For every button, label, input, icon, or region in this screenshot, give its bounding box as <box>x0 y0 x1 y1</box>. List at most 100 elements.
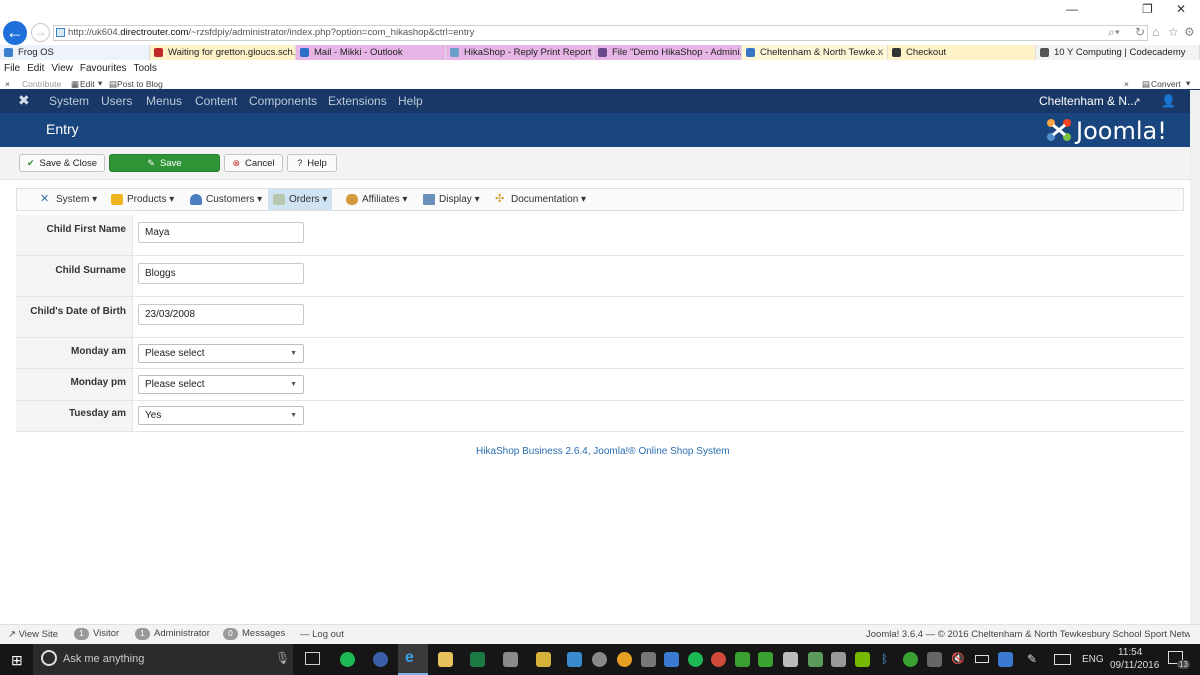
tray-doc-icon[interactable] <box>783 652 798 667</box>
help-button[interactable]: ? Help <box>287 154 337 172</box>
visitor-indicator[interactable]: 1 Visitor <box>74 628 119 640</box>
surname-input[interactable]: Bloggs <box>138 263 304 284</box>
logout-link[interactable]: — Log out <box>300 629 344 640</box>
battery-icon[interactable] <box>975 655 989 663</box>
back-button-icon[interactable]: ← <box>3 21 27 45</box>
spotify-icon[interactable] <box>340 652 355 667</box>
first-name-input[interactable]: Maya <box>138 222 304 243</box>
monday-am-select[interactable]: Please select ▼ <box>138 344 304 363</box>
edit-link[interactable]: Edit <box>80 79 95 89</box>
tray-app7-icon[interactable] <box>998 652 1013 667</box>
network-icon[interactable] <box>641 652 656 667</box>
messages-indicator[interactable]: 0 Messages <box>223 628 285 640</box>
nav-help[interactable]: Help <box>398 94 423 108</box>
tray-orange-icon[interactable] <box>617 652 632 667</box>
tray-green2-icon[interactable] <box>758 652 773 667</box>
tab-waiting[interactable]: Waiting for gretton.gloucs.sch... <box>150 45 296 60</box>
app-window-icon[interactable] <box>503 652 518 667</box>
close-icon[interactable]: ✕ <box>1176 2 1186 16</box>
volume-mute-icon[interactable]: 🔇 <box>951 652 965 665</box>
settings-gear-icon[interactable]: ⚙ <box>1184 25 1195 39</box>
hk-menu-affiliates[interactable]: Affiliates ▾ <box>341 189 412 210</box>
restore-icon[interactable]: ❐ <box>1142 2 1153 16</box>
contribute-button[interactable]: Contribute <box>22 79 61 89</box>
file-explorer-icon[interactable] <box>438 652 453 667</box>
refresh-icon[interactable]: ↻ <box>1135 25 1145 39</box>
tray-app5-icon[interactable] <box>903 652 918 667</box>
fireworks-icon[interactable] <box>536 652 551 667</box>
tab-frog-os[interactable]: Frog OS <box>0 45 150 60</box>
menu-file[interactable]: File <box>4 63 20 74</box>
search-icon[interactable]: ⌕▾ <box>1108 25 1120 40</box>
minimize-icon[interactable]: — <box>1066 2 1078 16</box>
menu-edit[interactable]: Edit <box>27 63 44 74</box>
dropbox-icon[interactable] <box>664 652 679 667</box>
forward-button-icon[interactable]: → <box>31 23 50 42</box>
hikashop-footer-link[interactable]: HikaShop Business 2.6.4, Joomla!® Online… <box>476 446 730 457</box>
chrome-icon[interactable] <box>711 652 726 667</box>
windows-start-icon[interactable]: ⊞ <box>11 652 23 669</box>
tray-green-icon[interactable] <box>735 652 750 667</box>
tab-file-demo[interactable]: File "Demo HikaShop - Admini... <box>594 45 742 60</box>
save-button[interactable]: ✎ Save <box>109 154 220 172</box>
hk-menu-display[interactable]: Display ▾ <box>418 189 485 210</box>
bluetooth-icon[interactable]: ᛒ <box>881 652 888 666</box>
microphone-icon[interactable]: 🎙 <box>275 651 290 665</box>
user-icon[interactable]: 👤 <box>1161 94 1176 108</box>
nvidia-icon[interactable] <box>855 652 870 667</box>
convert-dropdown-icon[interactable]: ▾ <box>1186 78 1190 89</box>
tab-hikashop-report[interactable]: HikaShop - Reply Print Report ... <box>446 45 594 60</box>
hk-menu-products[interactable]: Products ▾ <box>106 189 179 210</box>
spotify-tray-icon[interactable] <box>688 652 703 667</box>
hk-menu-orders[interactable]: Orders ▾ <box>268 189 333 210</box>
cancel-button[interactable]: ⊗ Cancel <box>224 154 283 172</box>
tab-codecademy[interactable]: 10 Y Computing | Codecademy <box>1036 45 1200 60</box>
tray-app3-icon[interactable] <box>808 652 823 667</box>
tab-mail[interactable]: Mail - Mikki - Outlook <box>296 45 446 60</box>
nav-content[interactable]: Content <box>195 94 237 108</box>
nav-users[interactable]: Users <box>101 94 132 108</box>
tab-close-icon[interactable]: ✕ <box>876 45 884 60</box>
tuesday-am-select[interactable]: Yes ▼ <box>138 406 304 425</box>
taskbar-ie-active[interactable]: e <box>398 644 428 675</box>
task-view-icon[interactable] <box>305 652 320 665</box>
tray-app-icon[interactable] <box>567 652 582 667</box>
nav-menus[interactable]: Menus <box>146 94 182 108</box>
convert-button[interactable]: Convert <box>1151 79 1181 89</box>
hk-menu-documentation[interactable]: ✣ Documentation ▾ <box>490 189 591 210</box>
cortana-search-box[interactable]: Ask me anything 🎙 <box>33 644 293 675</box>
pen-icon[interactable]: ✎ <box>1027 652 1037 666</box>
tab-checkout[interactable]: Checkout <box>888 45 1036 60</box>
language-indicator[interactable]: ENG <box>1082 654 1104 665</box>
dob-input[interactable]: 23/03/2008 <box>138 304 304 325</box>
close-bar-icon[interactable]: × <box>5 79 10 89</box>
menu-tools[interactable]: Tools <box>134 63 157 74</box>
excel-icon[interactable] <box>470 652 485 667</box>
joomla-menu-icon[interactable]: ✖ <box>18 92 30 109</box>
post-to-blog-link[interactable]: Post to Blog <box>117 79 163 89</box>
nav-extensions[interactable]: Extensions <box>328 94 387 108</box>
address-bar[interactable]: http://uk604.directrouter.com/~rzsfdpiy/… <box>53 25 1148 41</box>
page-scrollbar[interactable] <box>1190 90 1200 624</box>
view-site-link[interactable]: ↗ View Site <box>8 629 58 640</box>
close-convert-icon[interactable]: × <box>1124 79 1129 89</box>
administrator-indicator[interactable]: 1 Administrator <box>135 628 210 640</box>
monday-pm-select[interactable]: Please select ▼ <box>138 375 304 394</box>
keyboard-icon[interactable] <box>1054 654 1071 665</box>
menu-favourites[interactable]: Favourites <box>80 63 127 74</box>
tray-app4-icon[interactable] <box>831 652 846 667</box>
cloud-icon[interactable] <box>592 652 607 667</box>
save-close-button[interactable]: ✔ Save & Close <box>19 154 105 172</box>
app-circle-icon[interactable] <box>373 652 388 667</box>
clock-date[interactable]: 09/11/2016 <box>1110 660 1159 671</box>
favorites-star-icon[interactable]: ☆ <box>1168 25 1179 39</box>
tray-app6-icon[interactable] <box>927 652 942 667</box>
edit-dropdown-icon[interactable]: ▾ <box>98 78 102 89</box>
nav-components[interactable]: Components <box>249 94 317 108</box>
hk-menu-system[interactable]: ✕ System ▾ <box>35 189 102 210</box>
hk-menu-customers[interactable]: Customers ▾ <box>185 189 267 210</box>
home-icon[interactable]: ⌂ <box>1152 25 1159 39</box>
tab-cheltenham-active[interactable]: Cheltenham & North Tewke... ✕ <box>742 45 888 60</box>
menu-view[interactable]: View <box>51 63 73 74</box>
site-name-link[interactable]: Cheltenham & N... <box>1039 94 1137 108</box>
